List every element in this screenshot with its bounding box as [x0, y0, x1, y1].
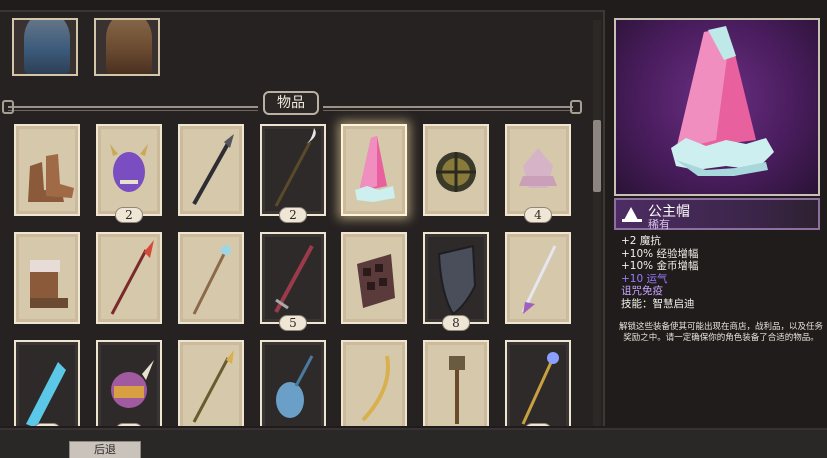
- inventory-item-slot[interactable]: [178, 232, 244, 324]
- inventory-item-slot[interactable]: [260, 232, 326, 324]
- inventory-item-slot[interactable]: [341, 124, 407, 216]
- item-image: [192, 245, 231, 315]
- item-preview: [614, 18, 820, 196]
- inventory-item-slot[interactable]: [341, 232, 407, 324]
- item-count-badge: 8: [442, 315, 470, 331]
- item-image: [110, 144, 148, 192]
- inventory-item-slot[interactable]: [14, 124, 80, 216]
- item-count-badge: 2: [115, 207, 143, 223]
- stat-line: +10% 经验增幅: [621, 247, 699, 260]
- inventory-panel: 物品 2 2 4 5 8 2 12 12: [0, 10, 605, 426]
- item-stats: +2 魔抗 +10% 经验增幅 +10% 金币增幅 +10 运气 诅咒免疫 技能…: [621, 235, 821, 310]
- character-portrait-image: [24, 20, 70, 74]
- item-image: [449, 356, 465, 424]
- inventory-item-slot[interactable]: [14, 340, 80, 426]
- scroll-track[interactable]: [593, 20, 601, 426]
- inventory-item-slot[interactable]: [96, 124, 162, 216]
- unlock-description: 解锁这些装备使其可能出现在商店，战利品，以及任务奖励之中。请一定确保你的角色装备…: [618, 322, 823, 343]
- stat-line: +2 魔抗: [621, 235, 661, 247]
- item-image: [437, 244, 477, 316]
- inventory-item-slot[interactable]: [505, 340, 571, 426]
- item-image: [276, 355, 314, 418]
- item-image: [521, 245, 557, 314]
- inventory-item-slot[interactable]: [341, 340, 407, 426]
- game-screen: 物品 2 2 4 5 8 2 12 12 公主帽 稀有 +2 魔抗 +10% 经验增幅 +10…: [0, 0, 827, 458]
- wizard-hat-icon: [622, 207, 642, 222]
- item-count-badge: 2: [279, 207, 307, 223]
- item-image: [521, 352, 559, 425]
- inventory-item-slot[interactable]: [423, 340, 489, 426]
- inventory-item-slot[interactable]: [423, 124, 489, 216]
- inventory-item-slot[interactable]: [96, 232, 162, 324]
- item-image: [519, 148, 557, 188]
- inventory-item-slot[interactable]: [178, 340, 244, 426]
- item-image: [28, 154, 74, 202]
- inventory-item-slot[interactable]: [178, 124, 244, 216]
- scrollbar-thumb[interactable]: [593, 120, 601, 192]
- item-image: [274, 245, 314, 313]
- inventory-item-slot[interactable]: [260, 340, 326, 426]
- item-image: [111, 360, 154, 408]
- back-button[interactable]: 后退: [69, 441, 141, 458]
- stat-line: +10% 金币增幅: [621, 260, 699, 272]
- item-name-bar: 公主帽 稀有: [614, 198, 820, 231]
- item-count-badge: 12: [115, 423, 143, 426]
- character-card-2[interactable]: [94, 18, 160, 76]
- item-image: [30, 260, 68, 308]
- stat-line: +10 运气: [621, 272, 668, 285]
- inventory-item-slot[interactable]: [260, 124, 326, 216]
- inventory-item-slot[interactable]: [505, 232, 571, 324]
- item-image: [26, 362, 66, 426]
- character-portrait-image: [106, 20, 152, 74]
- princess-hat-image: [671, 26, 774, 176]
- item-count-badge: 12: [524, 423, 552, 426]
- item-image: [192, 350, 234, 423]
- item-image: [436, 152, 476, 192]
- item-image: [355, 136, 395, 202]
- stat-line: 诅咒免疫: [621, 285, 663, 297]
- inventory-item-slot[interactable]: [14, 232, 80, 324]
- item-count-badge: 4: [524, 207, 552, 223]
- character-card-1[interactable]: [12, 18, 78, 76]
- item-image: [361, 355, 390, 422]
- item-image: [110, 240, 154, 315]
- inventory-item-slot[interactable]: [423, 232, 489, 324]
- inventory-item-slot[interactable]: [505, 124, 571, 216]
- item-count-badge: 5: [279, 315, 307, 331]
- item-image: [274, 128, 316, 207]
- item-image: [357, 254, 395, 308]
- category-title: 物品: [263, 91, 319, 115]
- item-count-badge: 2: [33, 423, 61, 426]
- stat-line: 技能：智慧启迪: [621, 297, 695, 310]
- item-rarity: 稀有: [648, 218, 670, 231]
- item-image: [192, 134, 234, 205]
- inventory-item-slot[interactable]: [96, 340, 162, 426]
